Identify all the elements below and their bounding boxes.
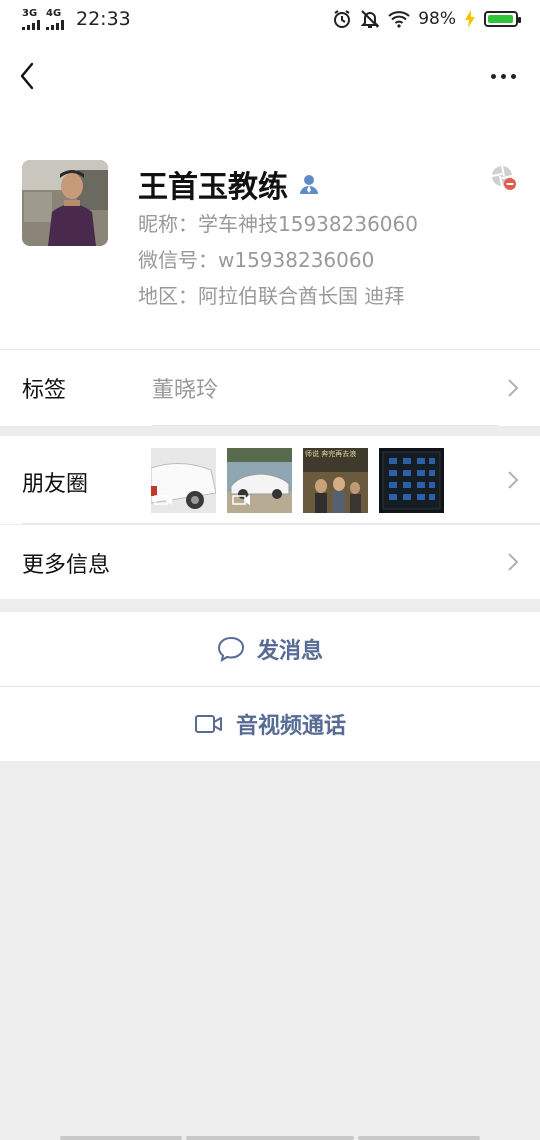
battery-percent: 98% <box>418 9 456 29</box>
contact-name: 王首玉教练 <box>138 170 288 205</box>
mute-bell-icon <box>360 10 380 28</box>
video-call-button[interactable]: 音视频通话 <box>0 687 540 761</box>
nav-gesture-bar <box>60 1136 182 1140</box>
signal-3g-icon: 3G <box>22 7 40 30</box>
status-left: 3G 4G 22:33 <box>22 8 131 30</box>
moment-thumb-2[interactable] <box>227 448 292 513</box>
wechat-id-text: 微信号：w15938236060 <box>138 248 375 272</box>
video-call-label: 音视频通话 <box>235 714 346 739</box>
avatar[interactable] <box>22 160 108 246</box>
nav-gesture-bar <box>358 1136 480 1140</box>
tags-value: 董晓玲 <box>152 378 219 403</box>
moment-thumb-1[interactable] <box>151 448 216 513</box>
back-arrow-icon[interactable] <box>14 60 42 92</box>
status-bar: 3G 4G 22:33 98% <box>0 0 540 44</box>
signal-4g-icon: 4G <box>46 7 64 30</box>
moment-thumb-3-text: 师说 奔完再去浪 <box>305 449 356 458</box>
send-message-label: 发消息 <box>256 639 323 664</box>
chevron-right-icon <box>508 553 519 571</box>
more-info-title: 更多信息 <box>22 553 111 578</box>
moments-title: 朋友圈 <box>22 472 89 497</box>
chevron-right-icon <box>508 379 519 397</box>
blocked-moments-icon <box>491 165 516 190</box>
nav-bar <box>0 44 540 108</box>
chevron-right-icon <box>508 471 519 489</box>
battery-fill <box>488 15 514 23</box>
more-info-row[interactable]: 更多信息 <box>0 525 540 599</box>
contact-person-icon <box>300 175 318 194</box>
status-right: 98% <box>332 9 521 29</box>
charging-bolt-icon <box>465 10 475 28</box>
region-text: 地区：阿拉伯联合酋长国 迪拜 <box>138 284 405 308</box>
send-message-button[interactable]: 发消息 <box>0 612 540 686</box>
chat-bubble-icon <box>217 636 244 662</box>
battery-icon <box>484 11 521 27</box>
nickname-text: 昵称：学车神技15938236060 <box>138 212 418 236</box>
tags-title: 标签 <box>22 378 67 403</box>
moment-thumb-4[interactable] <box>379 448 444 513</box>
profile-card: 王首玉教练 昵称：学车神技15938236060 微信号：w1593823606… <box>0 108 540 350</box>
name-row: 王首玉教练 <box>138 162 320 206</box>
video-camera-icon <box>194 715 222 733</box>
signal-3g-label: 3G <box>22 7 38 19</box>
moment-thumb-3[interactable]: 师说 奔完再去浪 <box>303 448 368 513</box>
signal-4g-label: 4G <box>46 7 62 19</box>
nav-gesture-bar <box>186 1136 354 1140</box>
more-dots-icon[interactable] <box>486 62 520 90</box>
clock-time: 22:33 <box>76 8 131 30</box>
wifi-icon <box>388 11 410 28</box>
tags-row[interactable]: 标签 董晓玲 <box>0 350 540 426</box>
alarm-icon <box>334 10 351 28</box>
moments-row[interactable]: 朋友圈 师说 奔完再去浪 <box>0 436 540 524</box>
